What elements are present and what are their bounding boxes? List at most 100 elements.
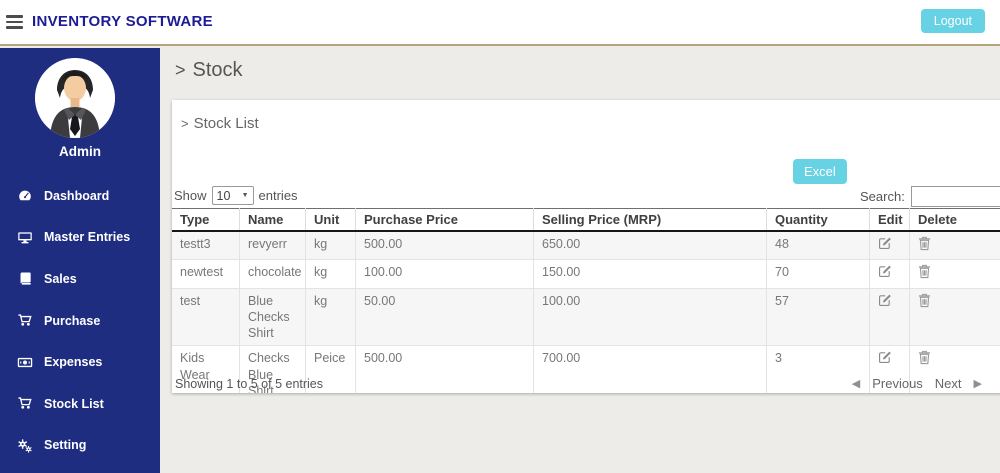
main-content: > Stock > Stock List Excel Show 10 ▼ entri… [160, 48, 1000, 473]
inventory-app: INVENTORY SOFTWARE Logout Admin Dashboar… [0, 0, 1000, 473]
trash-icon[interactable] [918, 350, 931, 365]
cell-edit [869, 259, 910, 289]
cell-selling-price: 100.00 [533, 287, 767, 347]
sidebar-item-label: Expenses [44, 355, 103, 370]
top-bar: INVENTORY SOFTWARE Logout [0, 0, 1000, 46]
sidebar-menu: Dashboard Master Entries Sales Purchase [0, 175, 160, 466]
next-button[interactable]: Next [935, 376, 962, 391]
search-control: Search: [860, 186, 1000, 207]
cell-delete [909, 230, 1000, 261]
edit-icon[interactable] [878, 350, 892, 364]
next-arrow-icon[interactable]: ▶ [974, 377, 982, 390]
table-header-row: Type Name Unit Purchase Price Selling Pr… [172, 208, 1000, 232]
sidebar-item-label: Stock List [44, 396, 104, 411]
col-delete[interactable]: Delete [909, 208, 1000, 232]
cell-delete [909, 259, 1000, 289]
dashboard-icon [16, 188, 34, 203]
trash-icon[interactable] [918, 264, 931, 279]
cell-type: test [172, 287, 240, 347]
sidebar-item-label: Dashboard [44, 188, 110, 203]
chevron-right-icon: > [181, 116, 189, 131]
edit-icon[interactable] [878, 293, 892, 307]
trash-icon[interactable] [918, 236, 931, 251]
page-length-select[interactable]: 10 ▼ [211, 186, 254, 205]
money-icon [16, 355, 34, 370]
cell-purchase-price: 100.00 [355, 259, 534, 289]
sidebar-item-stock-list[interactable]: Stock List [0, 383, 160, 425]
chevron-right-icon: > [175, 60, 186, 80]
show-label: Show [174, 188, 207, 203]
table-row: test Blue Checks Shirt kg 50.00 100.00 5… [172, 287, 1000, 347]
sidebar-item-setting[interactable]: Setting [0, 425, 160, 467]
previous-arrow-icon[interactable]: ◀ [852, 377, 860, 390]
sidebar-item-master-entries[interactable]: Master Entries [0, 217, 160, 259]
logout-button[interactable]: Logout [920, 9, 985, 33]
cell-quantity: 48 [766, 230, 870, 261]
sidebar-item-label: Sales [44, 271, 77, 286]
table-info: Showing 1 to 5 of 5 entries [175, 377, 324, 391]
table-row: testt3 revyerr kg 500.00 650.00 48 [172, 230, 1000, 261]
col-quantity[interactable]: Quantity [766, 208, 870, 232]
hamburger-menu-icon[interactable] [6, 15, 24, 32]
panel-title: > Stock List [181, 115, 259, 132]
cell-delete [909, 287, 1000, 347]
cell-unit: kg [305, 259, 356, 289]
table-body: testt3 revyerr kg 500.00 650.00 48 newte… [172, 230, 1000, 393]
gears-icon [16, 438, 34, 453]
sidebar-item-purchase[interactable]: Purchase [0, 300, 160, 342]
cell-selling-price: 150.00 [533, 259, 767, 289]
edit-icon[interactable] [878, 264, 892, 278]
book-icon [16, 271, 34, 286]
sidebar-item-label: Purchase [44, 313, 101, 328]
page-title: > Stock [175, 59, 243, 81]
app-title: INVENTORY SOFTWARE [32, 13, 213, 30]
cell-name: revyerr [239, 230, 306, 261]
stock-table: Type Name Unit Purchase Price Selling Pr… [172, 208, 1000, 393]
cell-selling-price: 700.00 [533, 345, 767, 393]
col-selling-price[interactable]: Selling Price (MRP) [533, 208, 767, 232]
sidebar-item-expenses[interactable]: Expenses [0, 341, 160, 383]
pagination: ◀ Previous Next ▶ [852, 376, 982, 391]
cell-selling-price: 650.00 [533, 230, 767, 261]
person-avatar-icon [35, 58, 115, 138]
cell-quantity: 57 [766, 287, 870, 347]
previous-button[interactable]: Previous [872, 376, 923, 391]
entries-label: entries [258, 188, 298, 203]
search-input[interactable] [910, 186, 1000, 207]
desktop-icon [16, 230, 34, 245]
col-unit[interactable]: Unit [305, 208, 356, 232]
cell-type: testt3 [172, 230, 240, 261]
cell-unit: kg [305, 287, 356, 347]
cell-quantity: 70 [766, 259, 870, 289]
chevron-down-icon: ▼ [241, 192, 249, 199]
col-name[interactable]: Name [239, 208, 306, 232]
cell-purchase-price: 500.00 [355, 230, 534, 261]
sidebar-item-sales[interactable]: Sales [0, 258, 160, 300]
cell-purchase-price: 500.00 [355, 345, 534, 393]
sidebar-item-dashboard[interactable]: Dashboard [0, 175, 160, 217]
sidebar: Admin Dashboard Master Entries Sales Pur… [0, 48, 160, 473]
table-row: newtest chocolate kg 100.00 150.00 70 [172, 259, 1000, 289]
trash-icon[interactable] [918, 293, 931, 308]
col-edit[interactable]: Edit [869, 208, 910, 232]
shopping-cart-icon [16, 313, 34, 328]
col-purchase-price[interactable]: Purchase Price [355, 208, 534, 232]
cell-edit [869, 230, 910, 261]
stock-list-panel: > Stock List Excel Show 10 ▼ entries Sear… [172, 100, 1000, 393]
sidebar-item-label: Master Entries [44, 230, 131, 245]
shopping-cart-icon [16, 396, 34, 411]
search-label: Search: [860, 189, 905, 204]
cell-name: chocolate [239, 259, 306, 289]
col-type[interactable]: Type [172, 208, 240, 232]
avatar [35, 58, 115, 138]
cell-type: newtest [172, 259, 240, 289]
entries-length-control: Show 10 ▼ entries [174, 186, 298, 205]
cell-purchase-price: 50.00 [355, 287, 534, 347]
sidebar-item-label: Setting [44, 438, 87, 453]
cell-edit [869, 287, 910, 347]
cell-name: Blue Checks Shirt [239, 287, 306, 347]
cell-unit: kg [305, 230, 356, 261]
edit-icon[interactable] [878, 236, 892, 250]
excel-export-button[interactable]: Excel [793, 159, 847, 184]
user-name: Admin [59, 144, 101, 159]
